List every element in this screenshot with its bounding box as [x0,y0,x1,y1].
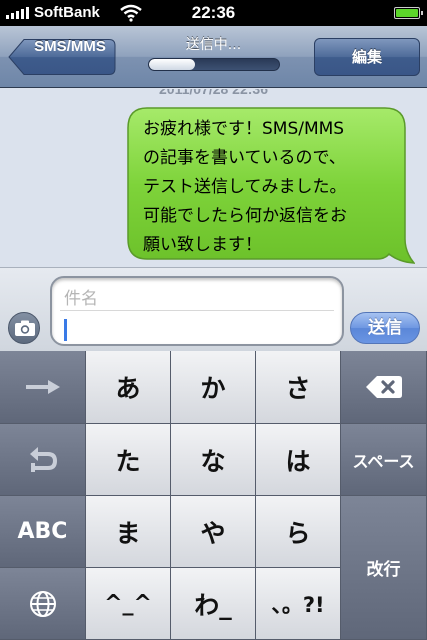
key-punctuation[interactable]: 、。?! [256,568,341,640]
key-globe[interactable] [0,568,86,640]
key-wa[interactable]: わ_ [171,568,256,640]
globe-icon [29,590,56,617]
message-line: 可能でしたら何か返信をお [143,206,347,226]
nav-title: 送信中... [185,37,242,53]
subject-field[interactable]: 件名 [64,284,98,309]
key-arrow-right[interactable] [0,351,86,424]
key-space[interactable]: スペース [341,424,427,496]
progress-fill [149,59,195,70]
edit-button[interactable]: 編集 [314,38,420,76]
input-divider [60,310,334,311]
sent-message-bubble[interactable]: お疲れ様です！SMS/MMS の記事を書いているので、 テスト送信してみました。… [127,107,415,265]
delete-icon [365,376,402,398]
message-line: 願い致します！ [143,235,262,255]
status-bar: SoftBank 22:36 [0,0,427,26]
carrier-name: SoftBank [34,4,100,21]
camera-icon [15,320,35,336]
key-return[interactable]: 改行 [341,496,427,640]
key-sa[interactable]: さ [256,351,341,424]
key-ra[interactable]: ら [256,496,341,568]
key-a[interactable]: あ [86,351,171,424]
key-ma[interactable]: ま [86,496,171,568]
sending-progress-bar [148,58,280,71]
send-button[interactable]: 送信 [350,312,420,344]
battery-icon [394,7,423,19]
key-ha[interactable]: は [256,424,341,496]
arrow-right-icon [25,380,60,394]
message-line: テスト送信してみました。 [143,177,347,197]
message-text: お疲れ様です！SMS/MMS の記事を書いているので、 テスト送信してみました。… [143,115,407,260]
message-input[interactable]: 件名 [50,276,344,346]
navigation-bar: SMS/MMS 送信中... 編集 [0,26,427,88]
key-emoticon[interactable]: ^_^ [86,568,171,640]
compose-bar: 件名 送信 [0,267,427,351]
camera-button[interactable] [8,312,40,344]
message-line: お疲れ様です！SMS/MMS [143,119,345,139]
signal-strength-icon [6,7,29,19]
message-timestamp: 2011/07/28 22:36 [159,89,268,97]
key-abc[interactable]: ABC [0,496,86,568]
message-line: の記事を書いているので、 [143,148,346,168]
back-button-label: SMS/MMS [34,38,106,55]
text-cursor [64,319,67,341]
wifi-icon [120,4,142,22]
conversation-area: 2011/07/28 22:36 お疲れ様です！SMS/MMS の記事を書いてい… [0,89,427,267]
key-ta[interactable]: た [86,424,171,496]
japanese-keyboard: あ か さ た な は スペース ABC ま や ら 改行 ^_^ わ_ 、。?… [0,351,427,640]
key-na[interactable]: な [171,424,256,496]
back-button[interactable]: SMS/MMS [8,38,116,76]
key-delete[interactable] [341,351,427,424]
key-ka[interactable]: か [171,351,256,424]
key-ya[interactable]: や [171,496,256,568]
key-undo[interactable] [0,424,86,496]
undo-icon [29,446,57,472]
